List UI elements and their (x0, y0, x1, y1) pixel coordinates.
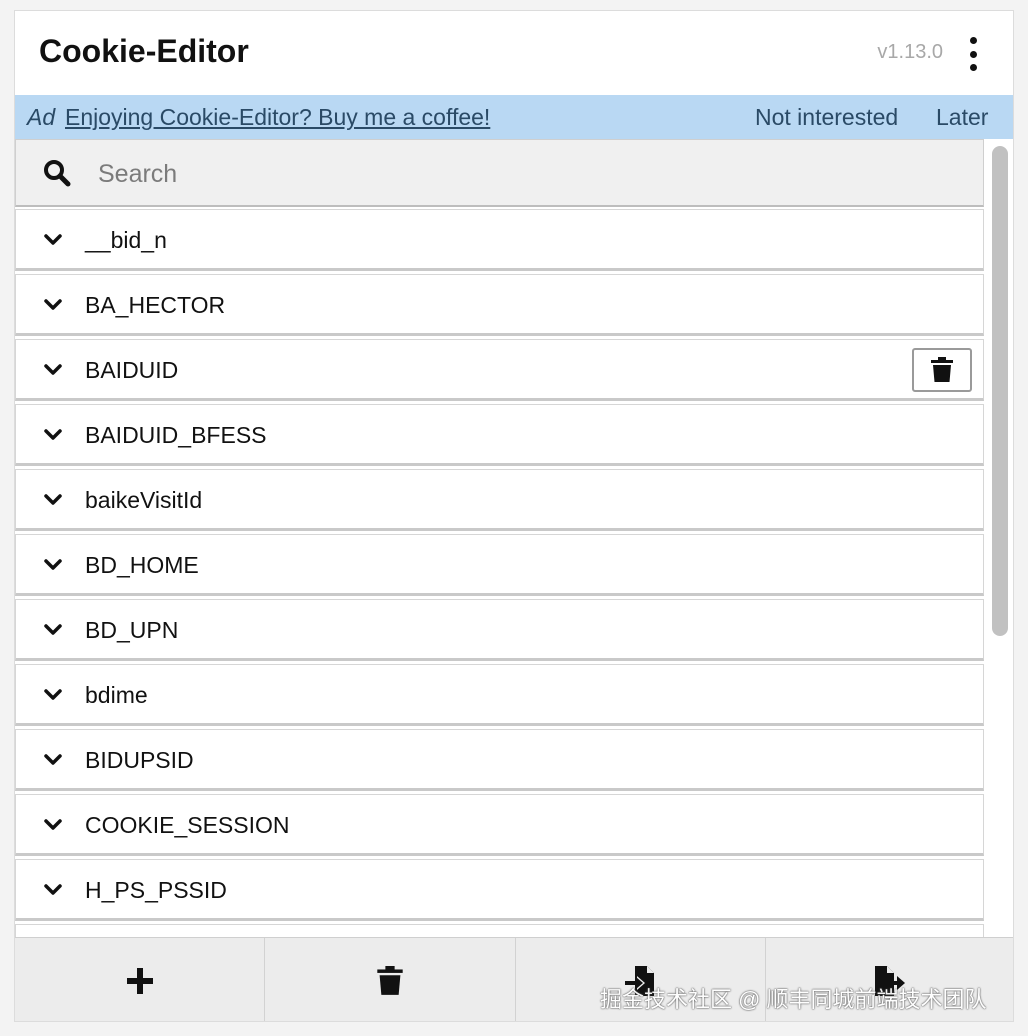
chevron-down-icon[interactable] (42, 879, 64, 901)
cookie-row[interactable]: BD_UPN (15, 599, 984, 661)
cookie-list: __bid_n BA_HECTOR BAIDUID BAIDUID_BFESS … (15, 139, 985, 937)
search-icon (44, 160, 71, 187)
cookie-name: BD_HOME (85, 552, 199, 578)
cookie-name: bdime (85, 682, 148, 708)
cookie-row[interactable]: BA_HECTOR (15, 274, 984, 336)
search-bar (15, 139, 984, 207)
cookie-name: COOKIE_SESSION (85, 812, 290, 838)
ad-label: Ad (27, 104, 56, 130)
cookie-name: BIDUPSID (85, 747, 194, 773)
app-title: Cookie-Editor (39, 33, 249, 69)
cookie-row[interactable]: BAIDUID (15, 339, 984, 401)
chevron-down-icon[interactable] (42, 424, 64, 446)
chevron-down-icon[interactable] (42, 489, 64, 511)
trash-icon (931, 357, 953, 382)
cookie-row[interactable]: BIDUPSID (15, 729, 984, 791)
chevron-down-icon[interactable] (42, 749, 64, 771)
header: Cookie-Editor v1.13.0 (15, 11, 1013, 95)
more-options-icon[interactable] (965, 37, 981, 71)
delete-cookie-button[interactable] (912, 348, 972, 392)
cookie-row[interactable]: BD_HOME (15, 534, 984, 596)
chevron-down-icon[interactable] (42, 229, 64, 251)
scrollbar-thumb[interactable] (992, 146, 1008, 636)
cookie-editor-popup: Cookie-Editor v1.13.0 Ad Enjoying Cookie… (14, 10, 1014, 1022)
ad-later-button[interactable]: Later (936, 104, 988, 131)
cookie-name: BD_UPN (85, 617, 179, 643)
add-cookie-button[interactable] (15, 938, 266, 1021)
cookie-name: BA_HECTOR (85, 292, 226, 318)
chevron-down-icon[interactable] (42, 814, 64, 836)
chevron-down-icon[interactable] (42, 684, 64, 706)
ad-link[interactable]: Enjoying Cookie-Editor? Buy me a coffee! (65, 104, 490, 131)
cookie-name: BAIDUID_BFESS (85, 422, 267, 448)
cookie-row[interactable]: bdime (15, 664, 984, 726)
chevron-down-icon[interactable] (42, 359, 64, 381)
version-label: v1.13.0 (877, 41, 943, 63)
chevron-down-icon[interactable] (42, 294, 64, 316)
search-input[interactable] (96, 154, 960, 194)
add-icon (126, 968, 153, 994)
cookie-row[interactable]: baikeVisitId (15, 469, 984, 531)
cookie-row[interactable]: H_PS_PSSID (15, 859, 984, 921)
cookie-row[interactable]: BAIDUID_BFESS (15, 404, 984, 466)
cookie-name: __bid_n (85, 227, 167, 253)
chevron-down-icon[interactable] (42, 554, 64, 576)
cookie-name: BAIDUID (85, 357, 179, 383)
cookie-row[interactable]: __bid_n (15, 209, 984, 271)
watermark: 掘金技术社区 @ 顺丰同城前端技术团队 (600, 987, 987, 1012)
ad-banner: Ad Enjoying Cookie-Editor? Buy me a coff… (15, 95, 1013, 139)
cookie-name: baikeVisitId (85, 487, 203, 513)
cookie-row[interactable] (15, 924, 984, 937)
ad-not-interested-button[interactable]: Not interested (755, 104, 898, 131)
cookie-row[interactable]: COOKIE_SESSION (15, 794, 984, 856)
delete-all-icon (377, 966, 403, 995)
chevron-down-icon[interactable] (42, 619, 64, 641)
cookie-name: H_PS_PSSID (85, 877, 227, 903)
delete-all-button[interactable] (265, 938, 516, 1021)
